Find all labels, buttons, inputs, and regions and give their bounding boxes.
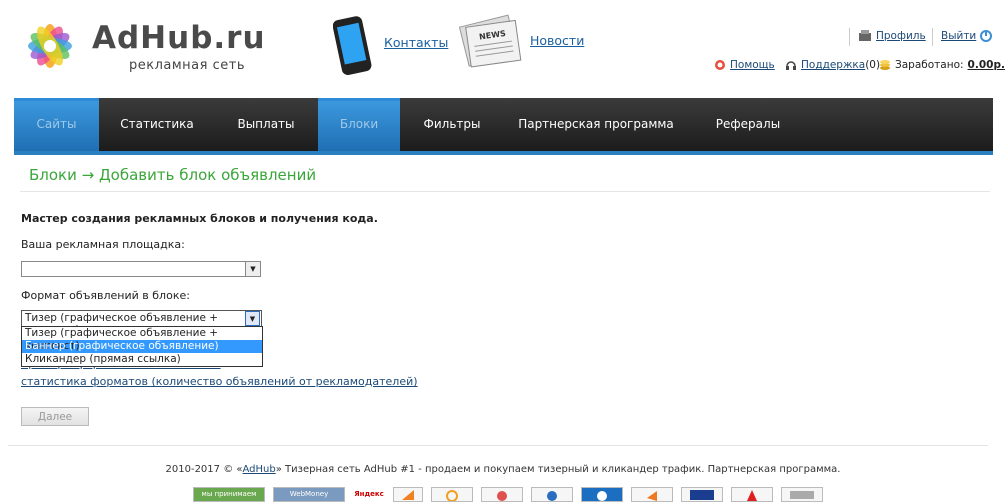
platform-label: Ваша рекламная площадка: xyxy=(21,238,185,251)
profile-icon xyxy=(859,30,871,41)
footer-brand-link[interactable]: AdHub xyxy=(243,464,276,475)
help-link[interactable]: Помощь xyxy=(730,59,775,71)
nav-item-sites[interactable]: Сайты xyxy=(14,98,99,151)
coins-icon xyxy=(880,60,890,70)
adhub-logo-icon[interactable] xyxy=(20,16,80,76)
profile-link-group[interactable]: Профиль xyxy=(858,30,926,42)
logout-link-group[interactable]: Выйти xyxy=(941,30,996,42)
platform-select[interactable]: ▼ xyxy=(21,261,261,277)
footer-year: 2010-2017 © xyxy=(165,464,234,475)
format-select[interactable]: Тизер (графическое объявление + контекст… xyxy=(21,310,262,336)
nav-item-referrals[interactable]: Рефералы xyxy=(692,98,804,151)
contacts-link[interactable]: Контакты xyxy=(384,35,448,50)
format-stats-link[interactable]: статистика форматов (количество объявлен… xyxy=(21,375,418,388)
phone-icon xyxy=(333,16,372,75)
next-button[interactable]: Далее xyxy=(21,407,89,426)
earned-group: Заработано: 0.00р. xyxy=(879,59,1005,71)
format-dropdown-list: Тизер (графическое объявление + контекст… xyxy=(21,326,263,367)
help-link-group[interactable]: Помощь xyxy=(714,59,775,71)
format-option-banner[interactable]: Баннер (графическое объявление) xyxy=(22,340,262,353)
page-title: Блоки → Добавить блок объявлений xyxy=(29,166,317,184)
chevron-down-icon[interactable]: ▼ xyxy=(245,262,260,276)
support-link[interactable]: Поддержка xyxy=(801,59,865,71)
news-link[interactable]: Новости xyxy=(530,33,584,48)
footer: 2010-2017 © «AdHub» Тизерная сеть AdHub … xyxy=(165,464,841,475)
nav-item-statistics[interactable]: Статистика xyxy=(104,98,210,151)
logo-subtitle: рекламная сеть xyxy=(129,58,245,73)
format-option-clickunder[interactable]: Кликандер (прямая ссылка) xyxy=(22,353,262,366)
separator xyxy=(849,28,850,46)
footer-text: Тизерная сеть AdHub #1 - продаем и покуп… xyxy=(285,464,841,475)
nav-item-partner-program[interactable]: Партнерская программа xyxy=(504,98,688,151)
separator xyxy=(932,28,933,46)
logo-title: AdHub.ru xyxy=(92,20,266,56)
earned-value[interactable]: 0.00р. xyxy=(968,59,1005,71)
newspaper-icon: NEWS xyxy=(458,14,522,68)
format-option-teaser[interactable]: Тизер (графическое объявление + контекст… xyxy=(22,327,262,352)
format-label: Формат объявлений в блоке: xyxy=(21,289,190,302)
logout-link[interactable]: Выйти xyxy=(941,30,976,42)
header: AdHub.ru рекламная сеть Контакты NEWS Но… xyxy=(0,0,1006,95)
title-divider xyxy=(20,191,990,192)
lifebuoy-icon xyxy=(715,60,725,70)
headset-icon xyxy=(786,61,796,70)
footer-divider xyxy=(8,445,988,446)
nav-item-payouts[interactable]: Выплаты xyxy=(214,98,318,151)
nav-item-blocks[interactable]: Блоки xyxy=(318,98,400,151)
support-link-group[interactable]: Поддержка (0) xyxy=(785,59,880,71)
profile-link[interactable]: Профиль xyxy=(876,30,926,42)
nav-item-filters[interactable]: Фильтры xyxy=(404,98,500,151)
chevron-down-icon[interactable]: ▼ xyxy=(245,311,260,326)
power-icon xyxy=(980,30,993,42)
wizard-intro: Мастер создания рекламных блоков и получ… xyxy=(21,212,378,225)
support-count: (0) xyxy=(865,59,881,71)
earned-label: Заработано: xyxy=(895,59,964,71)
main-nav: Сайты Статистика Выплаты Блоки Фильтры П… xyxy=(14,98,993,155)
